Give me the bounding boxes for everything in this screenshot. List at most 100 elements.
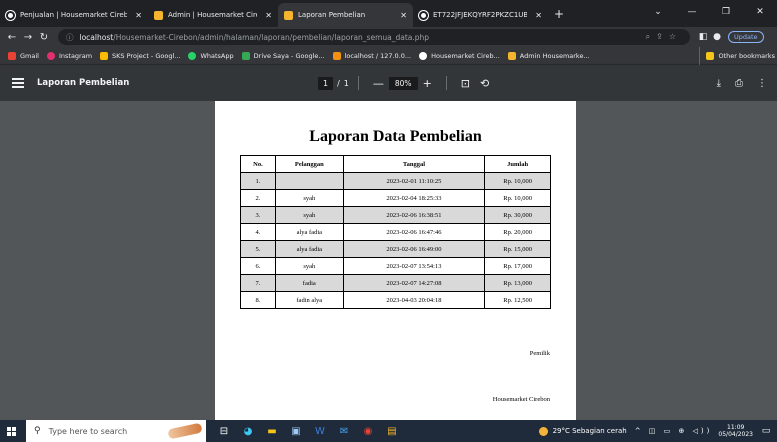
tab-title: Penjualan | Housemarket Cirebon	[20, 11, 128, 19]
print-icon[interactable]: ⎙	[735, 78, 743, 89]
header-pelanggan: Pelanggan	[274, 155, 344, 173]
download-icon[interactable]: ⤓	[717, 78, 721, 89]
store-icon[interactable]: ▣	[284, 420, 308, 442]
more-options-icon[interactable]: ⋮	[757, 78, 767, 89]
cell-tanggal: 2023-02-04 18:25:33	[342, 189, 486, 207]
pdf-page: Laporan Data Pembelian No. Pelanggan Tan…	[215, 101, 576, 420]
close-icon[interactable]: ✕	[400, 11, 407, 20]
cell-no: 3.	[240, 206, 276, 224]
clock[interactable]: 11:09 05/04/2023	[718, 424, 753, 438]
tab-laporan-pembelian[interactable]: Laporan Pembelian ✕	[278, 3, 413, 27]
star-icon[interactable]: ☆	[669, 32, 682, 41]
drive-icon	[100, 51, 109, 60]
cell-tanggal: 2023-02-01 11:10:25	[342, 172, 486, 190]
table-row: 8. fadin alya 2023-04-03 20:04:18 Rp. 12…	[240, 291, 551, 309]
cell-pelanggan: syah	[274, 206, 344, 224]
cell-tanggal: 2023-02-06 16:38:51	[342, 206, 486, 224]
folder-icon	[706, 52, 715, 60]
cell-pelanggan	[274, 172, 344, 190]
drive-icon	[241, 51, 250, 60]
chrome-icon[interactable]: ◉	[356, 420, 380, 442]
chevron-down-icon[interactable]: ⌄	[641, 7, 675, 17]
admin-favicon-icon	[284, 10, 293, 20]
fit-page-icon[interactable]: ⊡	[461, 77, 470, 90]
reload-icon[interactable]: ↻	[36, 32, 52, 43]
rotate-icon[interactable]: ⟲	[480, 77, 489, 90]
info-icon[interactable]: ⓘ	[66, 32, 74, 43]
search-placeholder: Type here to search	[48, 426, 128, 436]
close-icon[interactable]: ✕	[535, 11, 542, 20]
bookmark-instagram[interactable]: Instagram	[46, 51, 92, 60]
page-total: 1	[343, 78, 349, 88]
divider	[445, 76, 447, 90]
notification-icon[interactable]: ▭	[759, 426, 773, 436]
restore-icon[interactable]: ❐	[709, 7, 743, 17]
bookmark-gmail[interactable]: Gmail	[8, 51, 39, 60]
search-icon: ⚲	[34, 426, 41, 436]
signature-label: Pemilik	[529, 350, 550, 357]
close-icon[interactable]: ✕	[265, 11, 272, 20]
cell-pelanggan: fadin alya	[274, 291, 344, 309]
update-button[interactable]: Update	[728, 31, 764, 43]
divider	[357, 76, 359, 90]
tab-penjualan[interactable]: Penjualan | Housemarket Cirebon ✕	[0, 3, 148, 27]
zoom-in-icon[interactable]: +	[423, 77, 432, 90]
back-icon[interactable]: ←	[4, 32, 20, 43]
table-row: 2. syah 2023-02-04 18:25:33 Rp. 10,000	[240, 189, 551, 207]
pdf-controls: 1 / 1 — 80% + ⊡ ⟲	[318, 65, 494, 101]
pdf-viewer[interactable]: Laporan Data Pembelian No. Pelanggan Tan…	[0, 101, 777, 420]
gmail-icon	[8, 51, 16, 60]
bookmark-localhost[interactable]: localhost / 127.0.0...	[332, 51, 411, 60]
bookmark-label: Housemarket Cireb...	[431, 51, 500, 60]
bookmark-housemarket[interactable]: Housemarket Cireb...	[419, 51, 500, 60]
cell-jumlah: Rp. 10,000	[484, 189, 551, 207]
file-explorer-icon[interactable]: ▬	[260, 420, 284, 442]
cell-no: 5.	[240, 240, 276, 258]
minimize-icon[interactable]: —	[675, 7, 709, 17]
word-icon[interactable]: W	[308, 420, 332, 442]
new-tab-button[interactable]: +	[554, 3, 564, 27]
zoom-out-icon[interactable]: —	[373, 77, 384, 90]
app-icon[interactable]: ▤	[380, 420, 404, 442]
profile-icon[interactable]: ●	[710, 32, 724, 42]
bookmark-whatsapp[interactable]: WhatsApp	[188, 51, 234, 60]
header-tanggal: Tanggal	[342, 155, 486, 173]
bookmark-label: Drive Saya - Google...	[253, 51, 325, 60]
cell-tanggal: 2023-02-07 13:54:13	[342, 257, 486, 275]
close-icon[interactable]: ✕	[135, 11, 142, 20]
close-window-icon[interactable]: ✕	[743, 7, 777, 17]
address-bar[interactable]: ⓘ localhost/Housemarket-Cirebon/admin/ha…	[58, 29, 690, 45]
edge-icon[interactable]: ◕	[236, 420, 260, 442]
page-number-input[interactable]: 1	[318, 76, 334, 90]
zoom-input[interactable]: 80%	[388, 76, 418, 90]
whatsapp-icon	[188, 51, 197, 60]
clock-time: 11:09	[727, 424, 745, 431]
bookmark-sks-project[interactable]: SKS Project - Googl...	[100, 51, 180, 60]
toolbar-right: ◧ ● Update	[696, 31, 764, 43]
forward-icon[interactable]: →	[20, 32, 36, 43]
tray-icons[interactable]: ^ ◫ ▭ ⊕ ◁))	[635, 427, 713, 435]
cell-tanggal: 2023-02-07 14:27:08	[342, 274, 486, 292]
mail-icon[interactable]: ✉	[332, 420, 356, 442]
menu-icon[interactable]	[12, 76, 24, 90]
share-icon[interactable]: ⇪	[656, 32, 669, 41]
tab-et722[interactable]: ET722JFJEKQYRF2PKZC1UBQOU ✕	[413, 3, 548, 27]
other-bookmarks[interactable]: Other bookmarks	[699, 47, 775, 65]
table-row: 3. syah 2023-02-06 16:38:51 Rp. 30,000	[240, 206, 551, 224]
windows-start-icon[interactable]	[0, 420, 22, 442]
bookmark-admin-housemarket[interactable]: Admin Housemarke...	[507, 51, 590, 60]
table-row: 1. 2023-02-01 11:10:25 Rp. 10,000	[240, 172, 551, 190]
admin-favicon-icon	[507, 51, 516, 60]
taskbar-search-input[interactable]: ⚲ Type here to search	[26, 420, 206, 442]
cell-no: 1.	[240, 172, 276, 190]
purchase-table: No. Pelanggan Tanggal Jumlah 1. 2023-02-…	[240, 155, 551, 309]
zoom-icon[interactable]: ⌕	[646, 32, 656, 41]
bookmark-drive[interactable]: Drive Saya - Google...	[241, 51, 325, 60]
header-no: No.	[240, 155, 276, 173]
tab-admin[interactable]: Admin | Housemarket Cirebon ✕	[148, 3, 278, 27]
task-view-icon[interactable]: ⊟	[212, 420, 236, 442]
sidebar-icon[interactable]: ◧	[696, 32, 710, 42]
weather-widget[interactable]: 29°C Sebagian cerah	[538, 426, 627, 436]
tab-title: Laporan Pembelian	[298, 11, 366, 19]
globe-icon	[419, 10, 428, 20]
